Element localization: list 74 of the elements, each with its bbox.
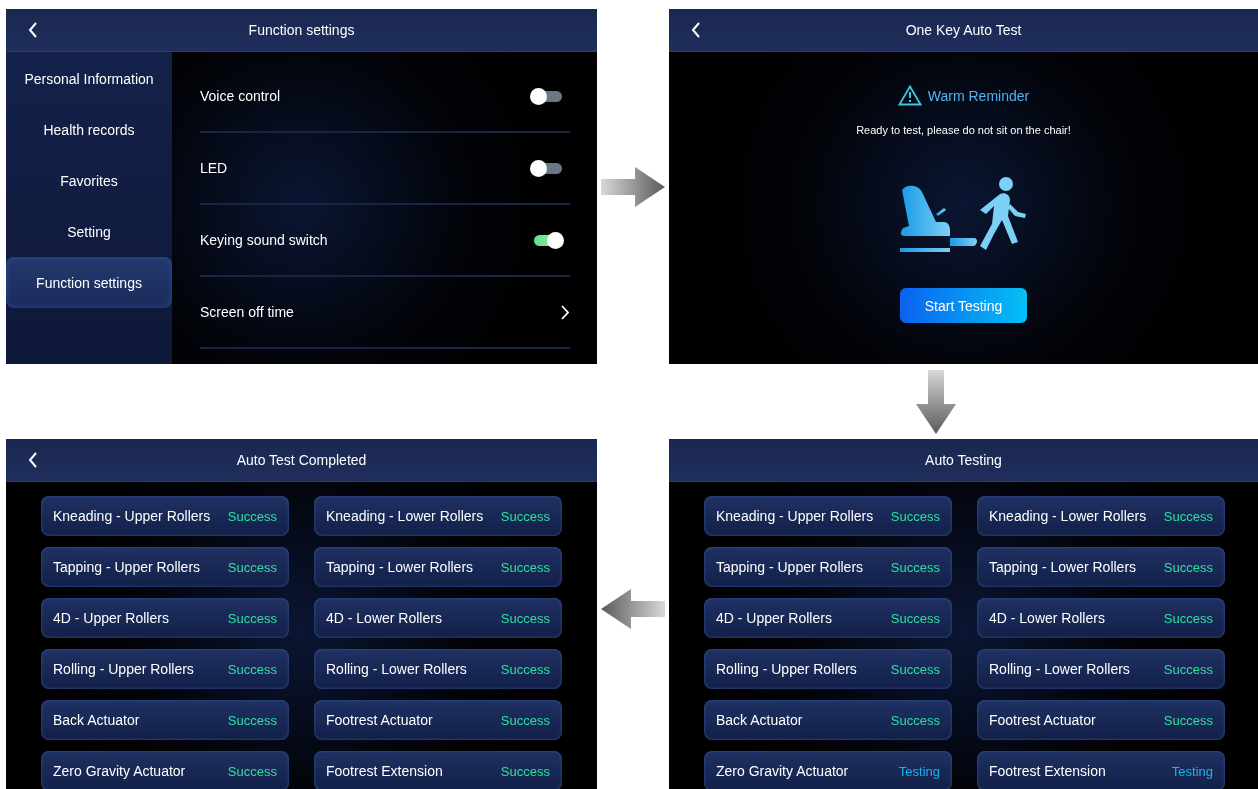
test-item-label: Rolling - Lower Rollers bbox=[326, 661, 467, 677]
test-status: Success bbox=[1163, 661, 1213, 677]
test-status: Success bbox=[227, 712, 277, 728]
test-status: Success bbox=[890, 712, 940, 728]
test-item-label: Tapping - Upper Rollers bbox=[53, 559, 201, 575]
test-status: Testing bbox=[1171, 763, 1213, 779]
toggle-switch[interactable] bbox=[530, 87, 564, 105]
arrow-icon bbox=[601, 589, 665, 629]
screen-title: Auto Testing bbox=[925, 452, 1002, 468]
test-status: Success bbox=[890, 610, 940, 626]
sidebar-item[interactable]: Personal Information bbox=[6, 53, 172, 104]
test-item-label: Zero Gravity Actuator bbox=[53, 763, 186, 779]
test-item-label: Rolling - Lower Rollers bbox=[989, 661, 1130, 677]
test-item-label: Rolling - Upper Rollers bbox=[53, 661, 194, 677]
test-status: Success bbox=[227, 559, 277, 575]
test-item-label: 4D - Lower Rollers bbox=[989, 610, 1105, 626]
sidebar-item[interactable]: Function settings bbox=[6, 257, 172, 308]
test-item-label: Kneading - Upper Rollers bbox=[716, 508, 874, 524]
test-item-label: Footrest Actuator bbox=[326, 712, 433, 728]
test-status: Testing bbox=[898, 763, 940, 779]
test-item-label: Zero Gravity Actuator bbox=[716, 763, 849, 779]
test-status: Success bbox=[1163, 508, 1213, 524]
test-status: Success bbox=[890, 559, 940, 575]
test-status: Success bbox=[1163, 712, 1213, 728]
warning-icon bbox=[897, 85, 922, 106]
test-status: Success bbox=[500, 559, 550, 575]
test-item-label: Back Actuator bbox=[716, 712, 803, 728]
test-item-label: Tapping - Lower Rollers bbox=[326, 559, 474, 575]
test-item-label: Rolling - Upper Rollers bbox=[716, 661, 857, 677]
test-item-label: Footrest Actuator bbox=[989, 712, 1096, 728]
test-status: Success bbox=[500, 610, 550, 626]
arrow-icon bbox=[601, 166, 665, 207]
test-status: Success bbox=[1163, 610, 1213, 626]
test-item-label: Footrest Extension bbox=[989, 763, 1106, 779]
setting-label: Screen off time bbox=[200, 304, 294, 320]
test-status: Success bbox=[500, 508, 550, 524]
test-item-label: Tapping - Upper Rollers bbox=[716, 559, 864, 575]
test-item-label: 4D - Upper Rollers bbox=[53, 610, 169, 626]
test-item-label: Tapping - Lower Rollers bbox=[989, 559, 1137, 575]
test-item-label: 4D - Upper Rollers bbox=[716, 610, 832, 626]
reminder-message: Ready to test, please do not sit on the chair! bbox=[856, 124, 1071, 136]
sidebar-item[interactable]: Setting bbox=[6, 206, 172, 257]
test-status: Success bbox=[500, 661, 550, 677]
sidebar-item[interactable]: Favorites bbox=[6, 155, 172, 206]
test-status: Success bbox=[1163, 559, 1213, 575]
toggle-switch[interactable] bbox=[530, 159, 564, 177]
back-icon[interactable] bbox=[28, 22, 38, 38]
test-status: Success bbox=[500, 712, 550, 728]
screen-title: Auto Test Completed bbox=[236, 452, 367, 468]
start-testing-button[interactable]: Start Testing bbox=[900, 288, 1027, 323]
back-icon[interactable] bbox=[28, 452, 38, 468]
reminder-title: Warm Reminder bbox=[927, 87, 1030, 104]
back-icon[interactable] bbox=[691, 22, 701, 38]
test-status: Success bbox=[890, 508, 940, 524]
setting-label: Voice control bbox=[200, 88, 281, 104]
test-item-label: 4D - Lower Rollers bbox=[326, 610, 442, 626]
test-item-label: Kneading - Lower Rollers bbox=[989, 508, 1147, 524]
test-status: Success bbox=[227, 610, 277, 626]
test-status: Success bbox=[890, 661, 940, 677]
sidebar-item[interactable]: Health records bbox=[6, 104, 172, 155]
setting-label: LED bbox=[200, 160, 228, 176]
test-status: Success bbox=[500, 763, 550, 779]
screen-title: One Key Auto Test bbox=[905, 22, 1022, 38]
test-item-label: Kneading - Lower Rollers bbox=[326, 508, 484, 524]
chevron-right-icon[interactable] bbox=[561, 304, 570, 320]
test-item-label: Footrest Extension bbox=[326, 763, 443, 779]
test-item-label: Back Actuator bbox=[53, 712, 140, 728]
arrow-icon bbox=[916, 369, 956, 434]
test-item-label: Kneading - Upper Rollers bbox=[53, 508, 211, 524]
test-status: Success bbox=[227, 508, 277, 524]
test-status: Success bbox=[227, 661, 277, 677]
screen-title: Function settings bbox=[248, 22, 355, 38]
test-status: Success bbox=[227, 763, 277, 779]
setting-label: Keying sound switch bbox=[200, 232, 328, 248]
